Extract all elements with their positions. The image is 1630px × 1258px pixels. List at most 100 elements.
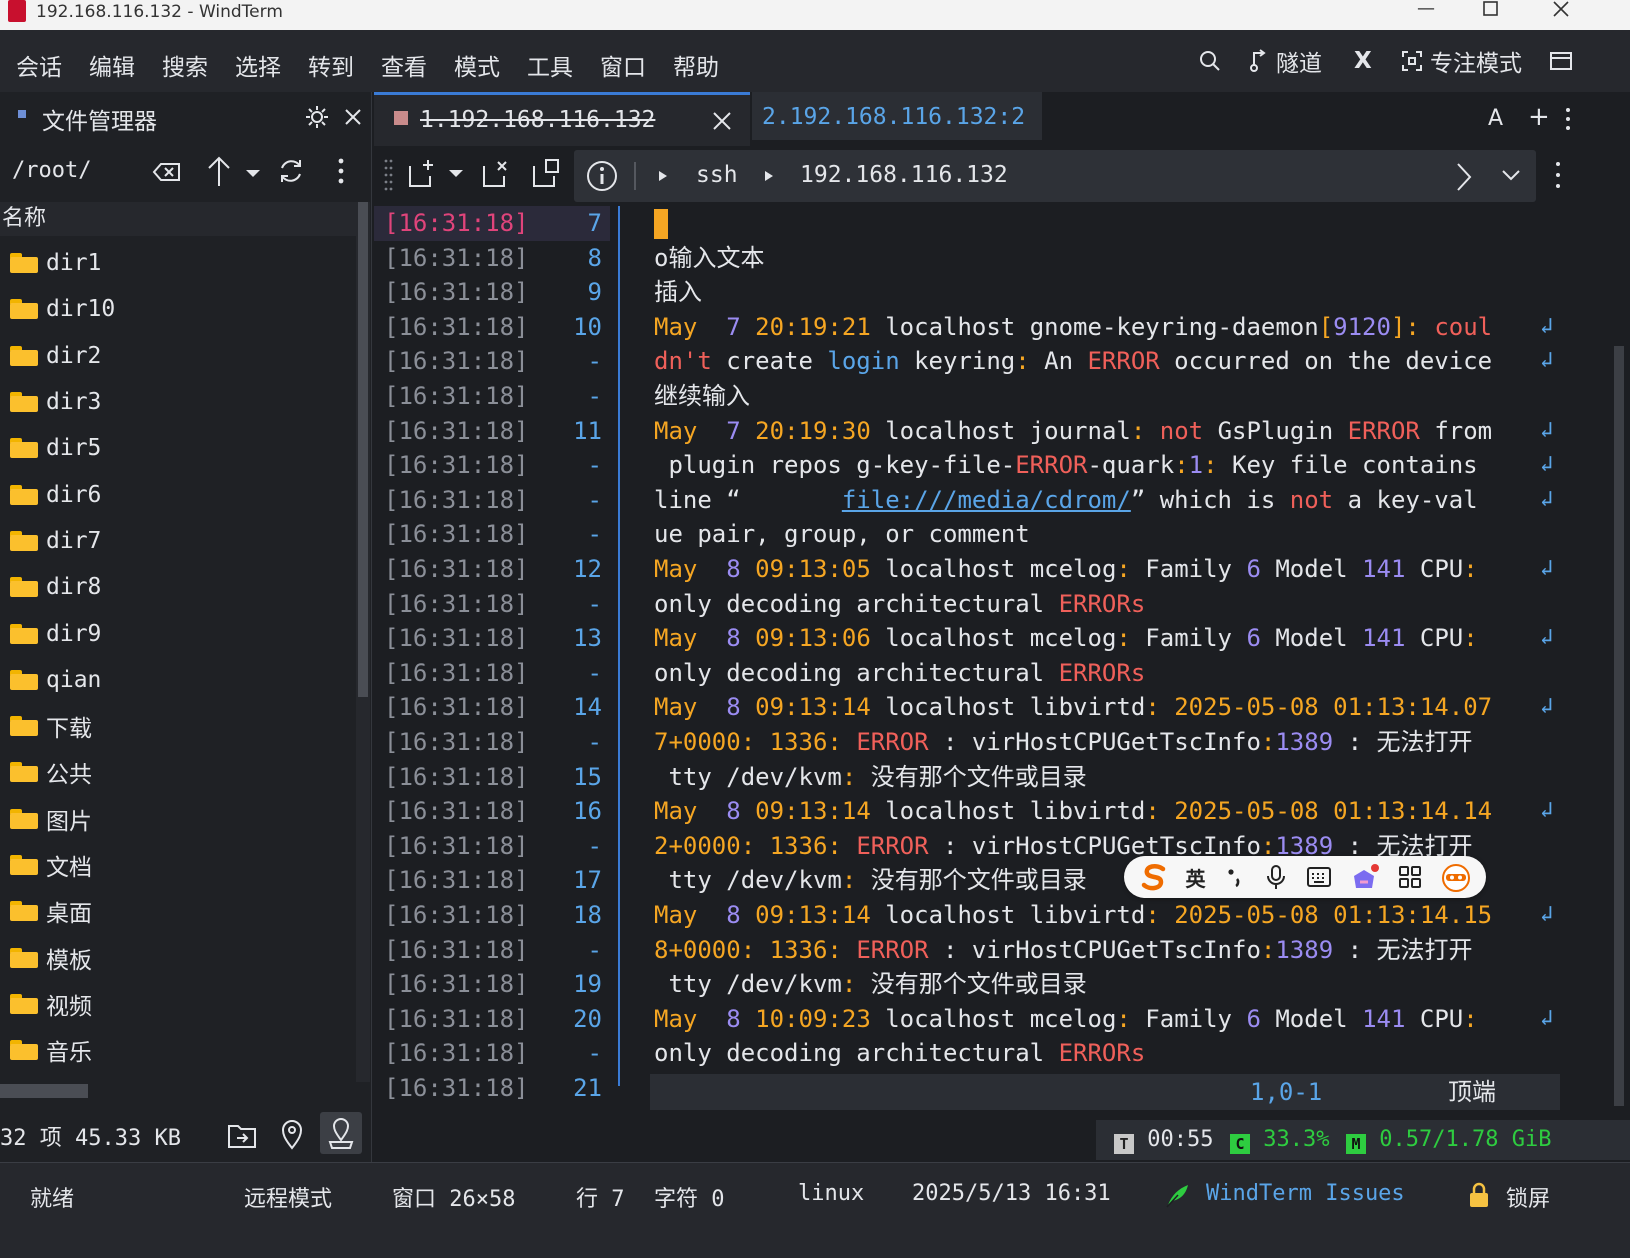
close-icon[interactable] (712, 111, 732, 131)
folder-icon (10, 345, 38, 366)
column-header-name[interactable]: 名称 (0, 202, 356, 236)
list-item[interactable]: 图片 (0, 796, 356, 842)
backspace-icon[interactable] (152, 160, 182, 184)
close-window-button[interactable] (1530, 0, 1590, 30)
punctuation-icon[interactable] (1223, 865, 1247, 889)
menu-edit[interactable]: 编辑 (89, 48, 135, 82)
terminal-scrollbar[interactable] (1614, 346, 1624, 1106)
text-segment (741, 313, 755, 341)
sogou-logo-icon[interactable] (1139, 862, 1169, 892)
menu-view[interactable]: 查看 (381, 48, 427, 82)
list-item[interactable]: qian (0, 657, 356, 703)
text-segment: ERRORs (1058, 589, 1146, 618)
menu-help[interactable]: 帮助 (673, 48, 719, 82)
microphone-icon[interactable] (1264, 863, 1288, 891)
keyboard-icon[interactable] (1305, 865, 1333, 889)
status-remote-mode[interactable]: 远程模式 (244, 1181, 332, 1213)
tab-session-2[interactable]: 2.192.168.116.132:2 (752, 92, 1042, 140)
terminal-line: [16:31:18] 7 (374, 206, 1630, 241)
location-icon[interactable] (280, 1118, 304, 1150)
ime-mascot-icon[interactable] (1440, 861, 1472, 893)
line-timestamp: [16:31:18] (384, 831, 529, 860)
windterm-issues-link[interactable]: WindTerm Issues (1206, 1181, 1405, 1206)
list-item[interactable]: dir3 (0, 379, 356, 425)
font-button[interactable]: A (1488, 106, 1503, 131)
list-item[interactable]: 模板 (0, 934, 356, 980)
text-segment (697, 797, 726, 825)
line-number: 12 (573, 555, 602, 583)
minimize-button[interactable]: — (1396, 0, 1456, 30)
chevron-down-icon[interactable] (448, 168, 464, 180)
text-segment: 7+0000 (654, 728, 741, 756)
detach-icon[interactable] (480, 158, 512, 190)
map-pin-button[interactable] (320, 1112, 362, 1154)
menu-tools[interactable]: 工具 (527, 48, 573, 82)
list-item[interactable]: dir1 (0, 240, 356, 286)
list-item[interactable]: dir6 (0, 471, 356, 517)
upload-icon[interactable] (226, 1120, 258, 1150)
split-icon[interactable] (530, 158, 562, 190)
refresh-icon[interactable] (276, 156, 306, 186)
terminal-output[interactable]: [16:31:18] 7 [16:31:18] 8 o输入文本 [16:31:18] 9 插入… (374, 206, 1630, 1114)
status-os[interactable]: linux (798, 1181, 864, 1206)
list-item[interactable]: dir8 (0, 564, 356, 610)
file-manager-header: 文件管理器 (0, 92, 372, 142)
x-button[interactable]: X (1354, 44, 1372, 78)
chevron-down-icon[interactable] (244, 168, 262, 180)
ime-mode-toggle[interactable]: 英 (1186, 863, 1206, 892)
menu-session[interactable]: 会话 (16, 48, 62, 82)
text-segment: not (1159, 416, 1204, 445)
layout-button[interactable] (1548, 44, 1572, 78)
menu-search[interactable]: 搜索 (162, 48, 208, 82)
file-list-scrollbar[interactable] (356, 202, 370, 1082)
list-item[interactable]: dir10 (0, 286, 356, 332)
list-item[interactable]: 公共 (0, 749, 356, 795)
menu-goto[interactable]: 转到 (308, 48, 354, 82)
more-icon[interactable] (1554, 160, 1562, 190)
list-item[interactable]: dir2 (0, 333, 356, 379)
maximize-button[interactable] (1460, 0, 1520, 30)
menu-window[interactable]: 窗口 (600, 48, 646, 82)
text-segment[interactable]: file:///media/cdrom/ (842, 486, 1131, 514)
address-bar[interactable]: ssh 192.168.116.132 (574, 150, 1536, 202)
list-item[interactable]: dir7 (0, 518, 356, 564)
list-item[interactable]: dir9 (0, 610, 356, 656)
skin-icon[interactable] (1350, 862, 1380, 892)
list-item[interactable]: 下载 (0, 703, 356, 749)
file-list-hscrollbar[interactable] (0, 1084, 88, 1098)
protocol-segment[interactable]: ssh (696, 162, 738, 188)
toolbox-icon[interactable] (1397, 864, 1423, 890)
host-segment[interactable]: 192.168.116.132 (800, 162, 1008, 188)
info-icon[interactable] (586, 160, 618, 192)
text-segment: May (654, 555, 698, 583)
chevron-down-icon[interactable] (1500, 168, 1522, 184)
list-item[interactable]: 音乐 (0, 1027, 356, 1073)
more-icon[interactable] (1564, 106, 1572, 132)
gear-icon[interactable] (304, 104, 330, 130)
tunnel-button[interactable]: 隧道 (1248, 44, 1322, 78)
menu-select[interactable]: 选择 (235, 48, 281, 82)
list-item[interactable]: 桌面 (0, 888, 356, 934)
lock-icon[interactable] (1468, 1181, 1490, 1209)
new-tab-icon[interactable] (406, 158, 438, 190)
focus-mode-button[interactable]: 专注模式 (1400, 44, 1522, 78)
tab-session-1[interactable]: 1.192.168.116.132 (374, 92, 750, 146)
scrollbar-thumb[interactable] (358, 202, 368, 697)
drag-handle-icon[interactable] (384, 158, 394, 194)
up-arrow-icon[interactable] (206, 154, 232, 188)
more-icon[interactable] (334, 156, 348, 186)
path-input[interactable]: /root/ (12, 158, 91, 183)
list-item[interactable]: 视频 (0, 981, 356, 1027)
line-number: - (587, 1039, 602, 1068)
list-item[interactable]: 文档 (0, 842, 356, 888)
search-button[interactable] (1198, 44, 1222, 78)
lock-screen-button[interactable]: 锁屏 (1506, 1181, 1550, 1213)
text-segment: 8 (726, 901, 741, 929)
close-icon[interactable] (342, 106, 364, 128)
text-segment: a key-val (1333, 485, 1478, 514)
menu-mode[interactable]: 模式 (454, 48, 500, 82)
new-tab-button[interactable]: + (1528, 102, 1550, 132)
list-item[interactable]: dir5 (0, 425, 356, 471)
text-segment: localhost libvirtd (870, 797, 1146, 826)
chevron-right-icon[interactable] (1454, 162, 1474, 192)
